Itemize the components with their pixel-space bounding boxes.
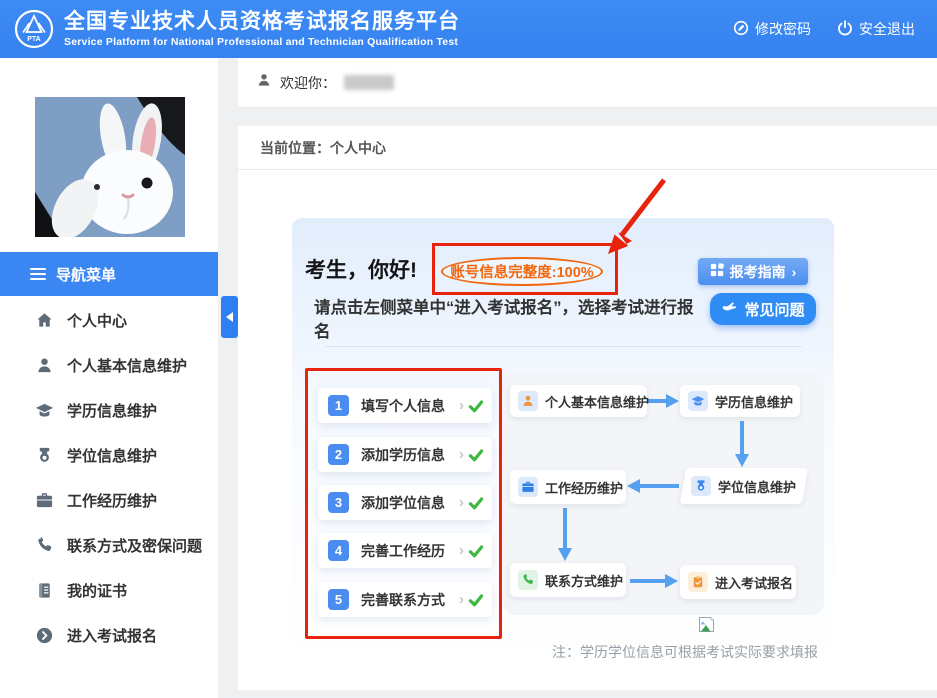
greeting-title: 考生，你好! xyxy=(305,254,417,284)
user-icon xyxy=(518,391,538,411)
breadcrumb: 当前位置：个人中心 xyxy=(238,126,937,170)
sidebar-item-education-info[interactable]: 学历信息维护 xyxy=(0,388,218,433)
redacted-username xyxy=(344,75,394,90)
sidebar-item-my-certificates[interactable]: 我的证书 xyxy=(0,568,218,613)
sidebar-item-personal-center[interactable]: 个人中心 xyxy=(0,298,218,343)
sidebar-item-contact-security[interactable]: 联系方式及密保问题 xyxy=(0,523,218,568)
avatar-photo xyxy=(35,97,185,237)
briefcase-icon xyxy=(518,477,538,497)
app-header: PTA 全国专业技术人员资格考试报名服务平台 Service Platform … xyxy=(0,0,937,58)
step-3-add-degree-info[interactable]: 3 添加学位信息 › xyxy=(318,485,492,520)
enter-arrow-icon xyxy=(34,626,54,646)
flow-node-contact-info[interactable]: 联系方式维护 xyxy=(510,563,626,597)
check-icon xyxy=(468,543,484,559)
power-icon xyxy=(837,20,853,39)
collapse-sidebar-handle[interactable] xyxy=(221,296,238,338)
briefcase-icon xyxy=(34,491,54,511)
divider xyxy=(325,346,802,347)
nav-menu-header: 导航菜单 xyxy=(0,252,218,296)
grid-icon xyxy=(710,263,724,280)
sidebar-item-basic-info[interactable]: 个人基本信息维护 xyxy=(0,343,218,388)
hamburger-icon xyxy=(30,268,46,280)
flow-node-basic-info[interactable]: 个人基本信息维护 xyxy=(510,385,647,417)
step-4-complete-work-history[interactable]: 4 完善工作经历 › xyxy=(318,533,492,568)
step-5-complete-contact-info[interactable]: 5 完善联系方式 › xyxy=(318,582,492,617)
welcome-label: 欢迎你： xyxy=(280,73,336,93)
welcome-bar: 欢迎你： xyxy=(238,58,937,108)
check-icon xyxy=(468,398,484,414)
account-completeness-badge: 账号信息完整度:100% xyxy=(441,257,603,286)
chevron-right-icon: › xyxy=(792,264,797,280)
flow-node-education-info[interactable]: 学历信息维护 xyxy=(680,385,800,417)
step-2-add-education-info[interactable]: 2 添加学历信息 › xyxy=(318,437,492,472)
medal-icon xyxy=(691,476,711,496)
graduation-cap-icon xyxy=(688,391,708,411)
instruction-text: 请点击左侧菜单中“进入考试报名”，选择考试进行报名 xyxy=(314,296,706,344)
welcome-card: 考生，你好! 账号信息完整度:100% 报考指南 › 请点击左侧菜单中“进入考试… xyxy=(292,218,834,668)
flow-diagram-panel: 个人基本信息维护 学历信息维护 工作经历维护 学位信息维护 xyxy=(503,373,824,615)
platform-logo-icon: PTA xyxy=(14,9,54,49)
flow-node-enter-exam[interactable]: 进入考试报名 xyxy=(680,565,796,599)
phone-icon xyxy=(518,570,538,590)
hand-pointer-icon xyxy=(721,300,737,318)
check-icon xyxy=(468,592,484,608)
flow-node-degree-info[interactable]: 学位信息维护 xyxy=(683,468,805,504)
medal-icon xyxy=(34,446,54,466)
chevron-left-icon xyxy=(226,312,233,322)
app-subtitle: Service Platform for National Profession… xyxy=(64,36,460,48)
broken-image-icon xyxy=(698,616,715,633)
breadcrumb-current: 个人中心 xyxy=(330,140,386,156)
clipboard-icon xyxy=(688,572,708,592)
edit-circle-icon xyxy=(733,20,749,39)
graduation-cap-icon xyxy=(34,401,54,421)
user-icon xyxy=(34,356,54,376)
certificate-icon xyxy=(34,581,54,601)
sidebar-item-work-history[interactable]: 工作经历维护 xyxy=(0,478,218,523)
content-panel: 当前位置：个人中心 考生，你好! 账号信息完整度:100% 报考指南 › 请点击… xyxy=(238,126,937,690)
exam-guide-button[interactable]: 报考指南 › xyxy=(698,258,808,285)
check-icon xyxy=(468,447,484,463)
check-icon xyxy=(468,495,484,511)
user-icon xyxy=(256,72,272,93)
faq-button[interactable]: 常见问题 xyxy=(710,293,816,325)
app-title: 全国专业技术人员资格考试报名服务平台 xyxy=(64,10,460,34)
change-password-button[interactable]: 修改密码 xyxy=(733,19,811,39)
phone-icon xyxy=(34,536,54,556)
step-1-fill-personal-info[interactable]: 1 填写个人信息 › xyxy=(318,388,492,423)
sidebar-menu: 个人中心 个人基本信息维护 学历信息维护 学位信息维护 工作经历维护 联系方式及 xyxy=(0,298,218,658)
home-icon xyxy=(34,311,54,331)
sidebar-item-enter-exam[interactable]: 进入考试报名 xyxy=(0,613,218,658)
logout-button[interactable]: 安全退出 xyxy=(837,19,915,39)
sidebar: 导航菜单 个人中心 个人基本信息维护 学历信息维护 学位信息维护 工作经历维 xyxy=(0,58,218,698)
svg-text:PTA: PTA xyxy=(27,36,40,43)
sidebar-item-degree-info[interactable]: 学位信息维护 xyxy=(0,433,218,478)
note-text: 注：学历学位信息可根据考试实际要求填报 xyxy=(552,642,818,662)
flow-node-work-history[interactable]: 工作经历维护 xyxy=(510,470,626,504)
